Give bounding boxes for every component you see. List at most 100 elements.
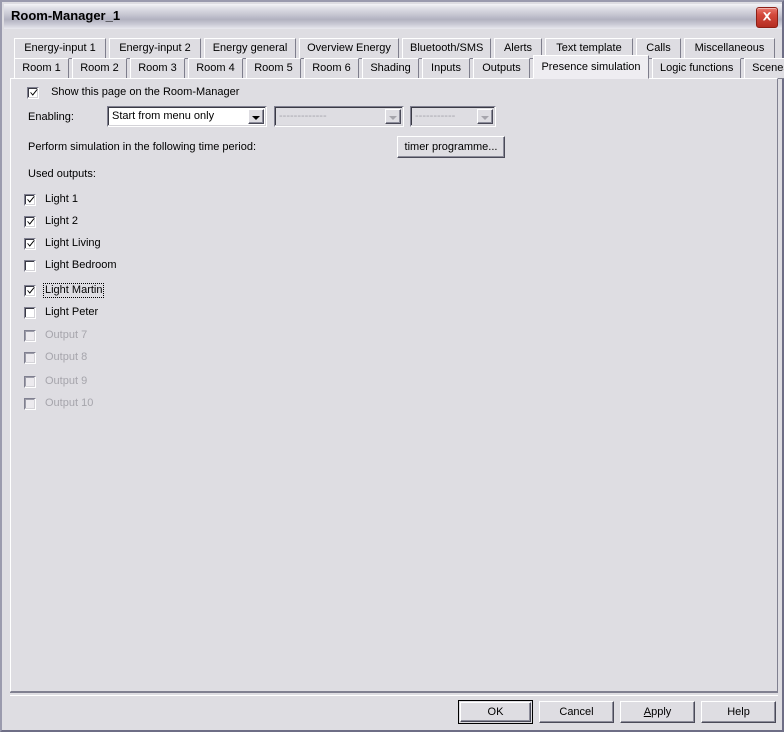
- help-button[interactable]: Help: [701, 701, 776, 723]
- ok-label: OK: [487, 706, 504, 718]
- check-mark-icon: [29, 88, 39, 101]
- timer-programme-label: timer programme...: [404, 141, 498, 153]
- apply-button[interactable]: Apply: [620, 701, 695, 723]
- chevron-down-icon[interactable]: [248, 109, 264, 124]
- tab-energy-input-2[interactable]: Energy-input 2: [109, 38, 201, 59]
- tab-room-3[interactable]: Room 3: [130, 58, 185, 79]
- tab-room-1[interactable]: Room 1: [14, 58, 69, 79]
- check-mark-icon: [26, 239, 36, 252]
- tab-miscellaneous[interactable]: Miscellaneous: [684, 38, 775, 59]
- output-checkbox-row[interactable]: Light Bedroom: [24, 258, 119, 273]
- enabling-combo-3: -----------: [410, 106, 496, 127]
- tab-bluetooth-sms[interactable]: Bluetooth/SMS: [402, 38, 491, 59]
- tab-label: Room 5: [254, 62, 293, 74]
- checkbox-indicator: [24, 397, 36, 410]
- tab-label: Inputs: [431, 62, 461, 74]
- output-label: Output 10: [45, 397, 94, 409]
- tab-label: Shading: [370, 62, 411, 74]
- tab-logic-functions[interactable]: Logic functions: [652, 58, 741, 79]
- checkbox-indicator[interactable]: [24, 259, 36, 272]
- tab-label: Overview Energy: [307, 42, 391, 54]
- enabling-label: Enabling:: [28, 111, 74, 123]
- title-bar[interactable]: Room-Manager_1: [4, 4, 782, 29]
- output-checkbox-row: Output 9: [24, 374, 89, 389]
- footer-separator: [10, 692, 778, 696]
- checkbox-indicator: [24, 375, 36, 388]
- show-page-checkbox[interactable]: Show this page on the Room-Manager: [27, 85, 241, 100]
- tab-label: Energy general: [212, 42, 288, 54]
- output-label: Output 7: [45, 329, 88, 341]
- used-outputs-label: Used outputs:: [28, 168, 96, 180]
- output-label: Output 9: [45, 375, 88, 387]
- output-checkbox-row: Output 10: [24, 396, 95, 411]
- checkbox-indicator: [24, 329, 36, 342]
- help-label: Help: [727, 706, 750, 718]
- show-page-label: Show this page on the Room-Manager: [51, 86, 240, 98]
- tab-energy-input-1[interactable]: Energy-input 1: [14, 38, 106, 59]
- chevron-down-icon: [385, 109, 401, 124]
- output-label: Light 1: [45, 193, 79, 205]
- tab-room-4[interactable]: Room 4: [188, 58, 243, 79]
- time-period-label: Perform simulation in the following time…: [28, 141, 257, 153]
- close-icon[interactable]: [756, 7, 778, 28]
- output-label: Output 8: [45, 351, 88, 363]
- output-label: Light Living: [45, 237, 101, 249]
- dialog-window: Room-Manager_1 Energy-input 1 Energy-inpu…: [0, 0, 784, 732]
- tab-label: Room 2: [80, 62, 119, 74]
- tab-shading[interactable]: Shading: [362, 58, 419, 79]
- output-checkbox-row[interactable]: Light 2: [24, 214, 80, 229]
- output-checkbox-row: Output 8: [24, 350, 89, 365]
- tab-outputs[interactable]: Outputs: [473, 58, 530, 79]
- tab-presence-simulation[interactable]: Presence simulation: [533, 55, 649, 79]
- tab-label: Presence simulation: [541, 61, 641, 73]
- tab-energy-general[interactable]: Energy general: [204, 38, 296, 59]
- tab-label: Room 6: [312, 62, 351, 74]
- tab-label: Energy-input 1: [24, 42, 96, 54]
- output-label: Light Bedroom: [45, 259, 117, 271]
- checkbox-indicator[interactable]: [24, 215, 36, 230]
- checkbox-indicator: [24, 351, 36, 364]
- check-mark-icon: [26, 286, 36, 299]
- tab-label: Bluetooth/SMS: [410, 42, 484, 54]
- checkbox-indicator[interactable]: [24, 237, 36, 252]
- tab-label: Alerts: [503, 42, 533, 54]
- combo-value: -----------: [415, 110, 456, 122]
- tab-row-primary: Energy-input 1 Energy-input 2 Energy gener…: [10, 38, 778, 59]
- tab-label: Room 4: [196, 62, 235, 74]
- apply-label: Apply: [643, 706, 672, 718]
- checkbox-indicator[interactable]: [24, 284, 36, 299]
- tab-label: Outputs: [482, 62, 521, 74]
- checkbox-indicator[interactable]: [27, 86, 39, 101]
- tab-overview-energy[interactable]: Overview Energy: [299, 38, 399, 59]
- tab-label: Energy-input 2: [119, 42, 191, 54]
- enabling-combo-1[interactable]: Start from menu only: [107, 106, 267, 127]
- check-mark-icon: [26, 195, 36, 208]
- output-checkbox-row[interactable]: Light 1: [24, 192, 80, 207]
- cancel-label: Cancel: [559, 706, 594, 718]
- tab-content-panel: Show this page on the Room-Manager Enabl…: [10, 78, 778, 692]
- output-checkbox-row[interactable]: Light Living: [24, 236, 103, 251]
- combo-value: -------------: [279, 110, 327, 122]
- tab-room-5[interactable]: Room 5: [246, 58, 301, 79]
- checkbox-indicator[interactable]: [24, 193, 36, 208]
- checkbox-indicator[interactable]: [24, 306, 36, 319]
- tab-label: Miscellaneous: [694, 42, 765, 54]
- output-label: Light Martin: [43, 283, 105, 298]
- tab-label: Text template: [556, 42, 622, 54]
- timer-programme-button[interactable]: timer programme...: [397, 136, 505, 158]
- tab-label: Logic functions: [660, 62, 734, 74]
- check-mark-icon: [26, 217, 36, 230]
- tab-inputs[interactable]: Inputs: [422, 58, 470, 79]
- window-title: Room-Manager_1: [11, 8, 121, 23]
- ok-button[interactable]: OK: [458, 700, 533, 724]
- tab-room-2[interactable]: Room 2: [72, 58, 127, 79]
- tab-label: Room 3: [138, 62, 177, 74]
- output-checkbox-row[interactable]: Light Martin: [24, 283, 105, 299]
- tab-strip: Energy-input 1 Energy-input 2 Energy gener…: [10, 33, 784, 79]
- chevron-down-icon: [477, 109, 493, 124]
- tab-scenes[interactable]: Scenes: [744, 58, 784, 79]
- enabling-combo-2: -------------: [274, 106, 404, 127]
- output-checkbox-row[interactable]: Light Peter: [24, 305, 100, 320]
- cancel-button[interactable]: Cancel: [539, 701, 614, 723]
- tab-room-6[interactable]: Room 6: [304, 58, 359, 79]
